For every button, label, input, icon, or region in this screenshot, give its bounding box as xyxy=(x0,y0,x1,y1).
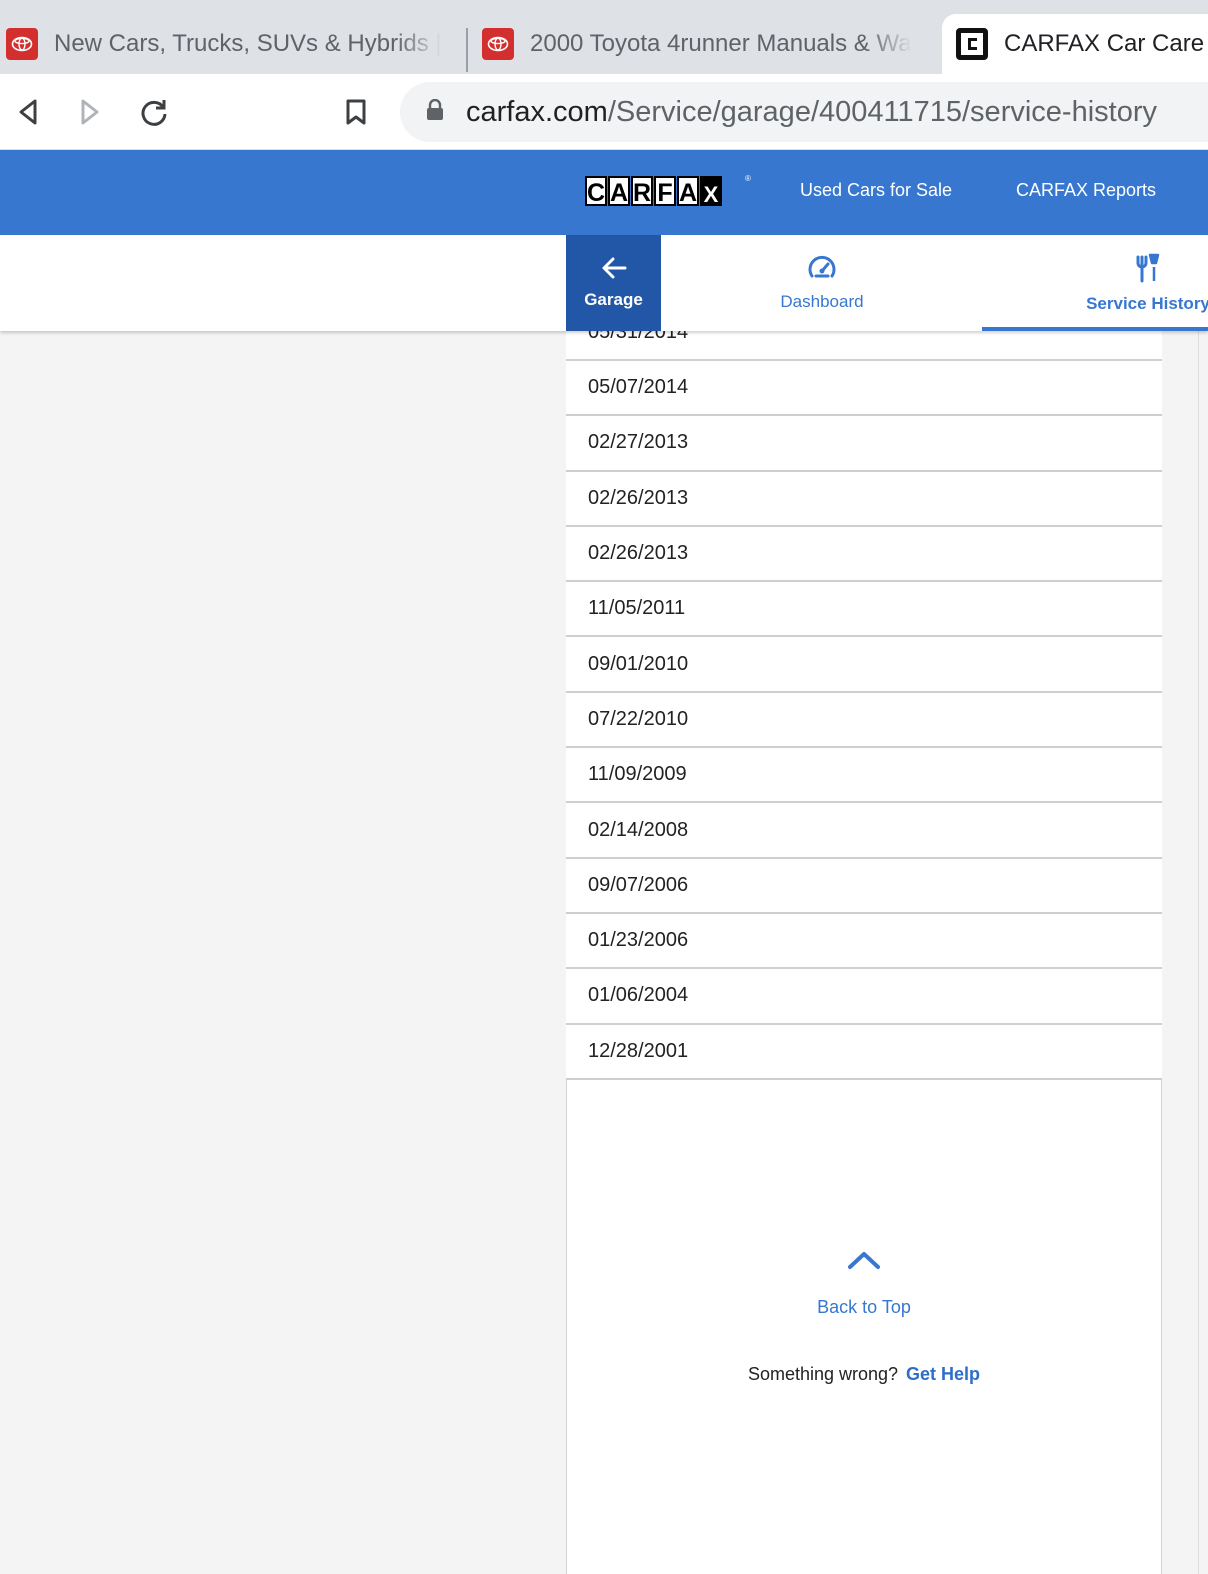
toyota-icon xyxy=(6,28,38,60)
tab-title: CARFAX Car Care xyxy=(1004,30,1205,57)
browser-tab-carfax[interactable]: CARFAX Car Care xyxy=(942,14,1208,74)
site-header: CARFAX ® Used Cars for Sale CARFAX Repor… xyxy=(0,150,1208,235)
chevron-up-icon xyxy=(847,1250,881,1275)
service-record-row[interactable]: 09/07/2006 xyxy=(566,858,1162,914)
arrow-left-icon xyxy=(601,257,627,284)
service-record-row[interactable]: 09/01/2010 xyxy=(566,637,1162,693)
service-record-row[interactable]: 01/23/2006 xyxy=(566,913,1162,970)
browser-tab-toyota-new-cars[interactable]: New Cars, Trucks, SUVs & Hybrids | xyxy=(0,14,466,74)
reload-icon[interactable] xyxy=(134,92,174,132)
nav-carfax-reports-link[interactable]: CARFAX Reports xyxy=(1016,180,1156,201)
carfax-icon xyxy=(956,28,988,60)
logo-letter: R xyxy=(631,176,653,207)
back-icon[interactable] xyxy=(8,92,48,132)
browser-tab-strip: New Cars, Trucks, SUVs & Hybrids | 2000 … xyxy=(0,0,1208,74)
url-host: carfax.com xyxy=(466,95,608,128)
tab-title: 2000 Toyota 4runner Manuals & Wa xyxy=(530,30,912,57)
help-prompt: Something wrong? Get Help xyxy=(566,1364,1162,1385)
trademark-mark: ® xyxy=(745,174,751,183)
logo-letter: X xyxy=(700,176,722,207)
get-help-link[interactable]: Get Help xyxy=(906,1364,980,1384)
service-record-row[interactable]: 05/07/2014 xyxy=(566,361,1162,417)
logo-letter: A xyxy=(677,176,699,207)
browser-toolbar: carfax.com/Service/garage/400411715/serv… xyxy=(0,74,1208,150)
service-record-row[interactable]: 07/22/2010 xyxy=(566,692,1162,749)
nav-used-cars-link[interactable]: Used Cars for Sale xyxy=(800,180,952,201)
lock-icon xyxy=(426,96,444,129)
service-record-row[interactable]: 02/26/2013 xyxy=(566,526,1162,583)
service-record-row[interactable]: 11/05/2011 xyxy=(566,582,1162,638)
logo-letter: A xyxy=(608,176,630,207)
bookmark-icon[interactable] xyxy=(336,92,376,132)
logo-letter: C xyxy=(585,176,607,207)
tab-service-history[interactable]: Service History xyxy=(1078,235,1208,331)
carfax-logo[interactable]: CARFAX xyxy=(585,176,723,208)
service-record-row[interactable]: 02/27/2013 xyxy=(566,416,1162,472)
speedometer-icon xyxy=(807,255,837,286)
browser-tab-toyota-manuals[interactable]: 2000 Toyota 4runner Manuals & Wa xyxy=(468,14,940,74)
back-to-top-label: Back to Top xyxy=(817,1297,911,1317)
service-record-row[interactable]: 01/06/2004 xyxy=(566,969,1162,1025)
url-path: /Service/garage/400411715/service-histor… xyxy=(607,95,1157,128)
active-tab-indicator xyxy=(982,327,1208,331)
garage-subnav: Garage Dashboard Service History xyxy=(0,235,1208,331)
service-record-row[interactable]: 11/09/2009 xyxy=(566,748,1162,804)
something-wrong-text: Something wrong? xyxy=(747,1364,899,1384)
forward-icon[interactable] xyxy=(70,92,110,132)
tab-dashboard-label: Dashboard xyxy=(780,291,864,311)
service-record-row[interactable]: 12/28/2001 xyxy=(566,1024,1162,1080)
garage-back-button[interactable]: Garage xyxy=(566,235,661,331)
service-record-row[interactable]: 02/26/2013 xyxy=(566,471,1162,527)
logo-letter: F xyxy=(654,176,676,207)
tab-title: New Cars, Trucks, SUVs & Hybrids | xyxy=(54,30,442,57)
back-to-top-button[interactable]: Back to Top xyxy=(766,1250,962,1318)
address-bar[interactable]: carfax.com/Service/garage/400411715/serv… xyxy=(400,82,1208,142)
toyota-icon xyxy=(482,28,514,60)
tab-dashboard[interactable]: Dashboard xyxy=(760,235,884,331)
garage-label: Garage xyxy=(584,289,643,309)
wrench-icon xyxy=(1134,253,1162,288)
side-card-edge xyxy=(1198,331,1208,1574)
service-records-list: 05/31/2014 05/07/2014 02/27/2013 02/26/2… xyxy=(566,306,1162,1080)
tab-service-history-label: Service History xyxy=(1086,293,1208,313)
service-record-row[interactable]: 02/14/2008 xyxy=(566,803,1162,859)
